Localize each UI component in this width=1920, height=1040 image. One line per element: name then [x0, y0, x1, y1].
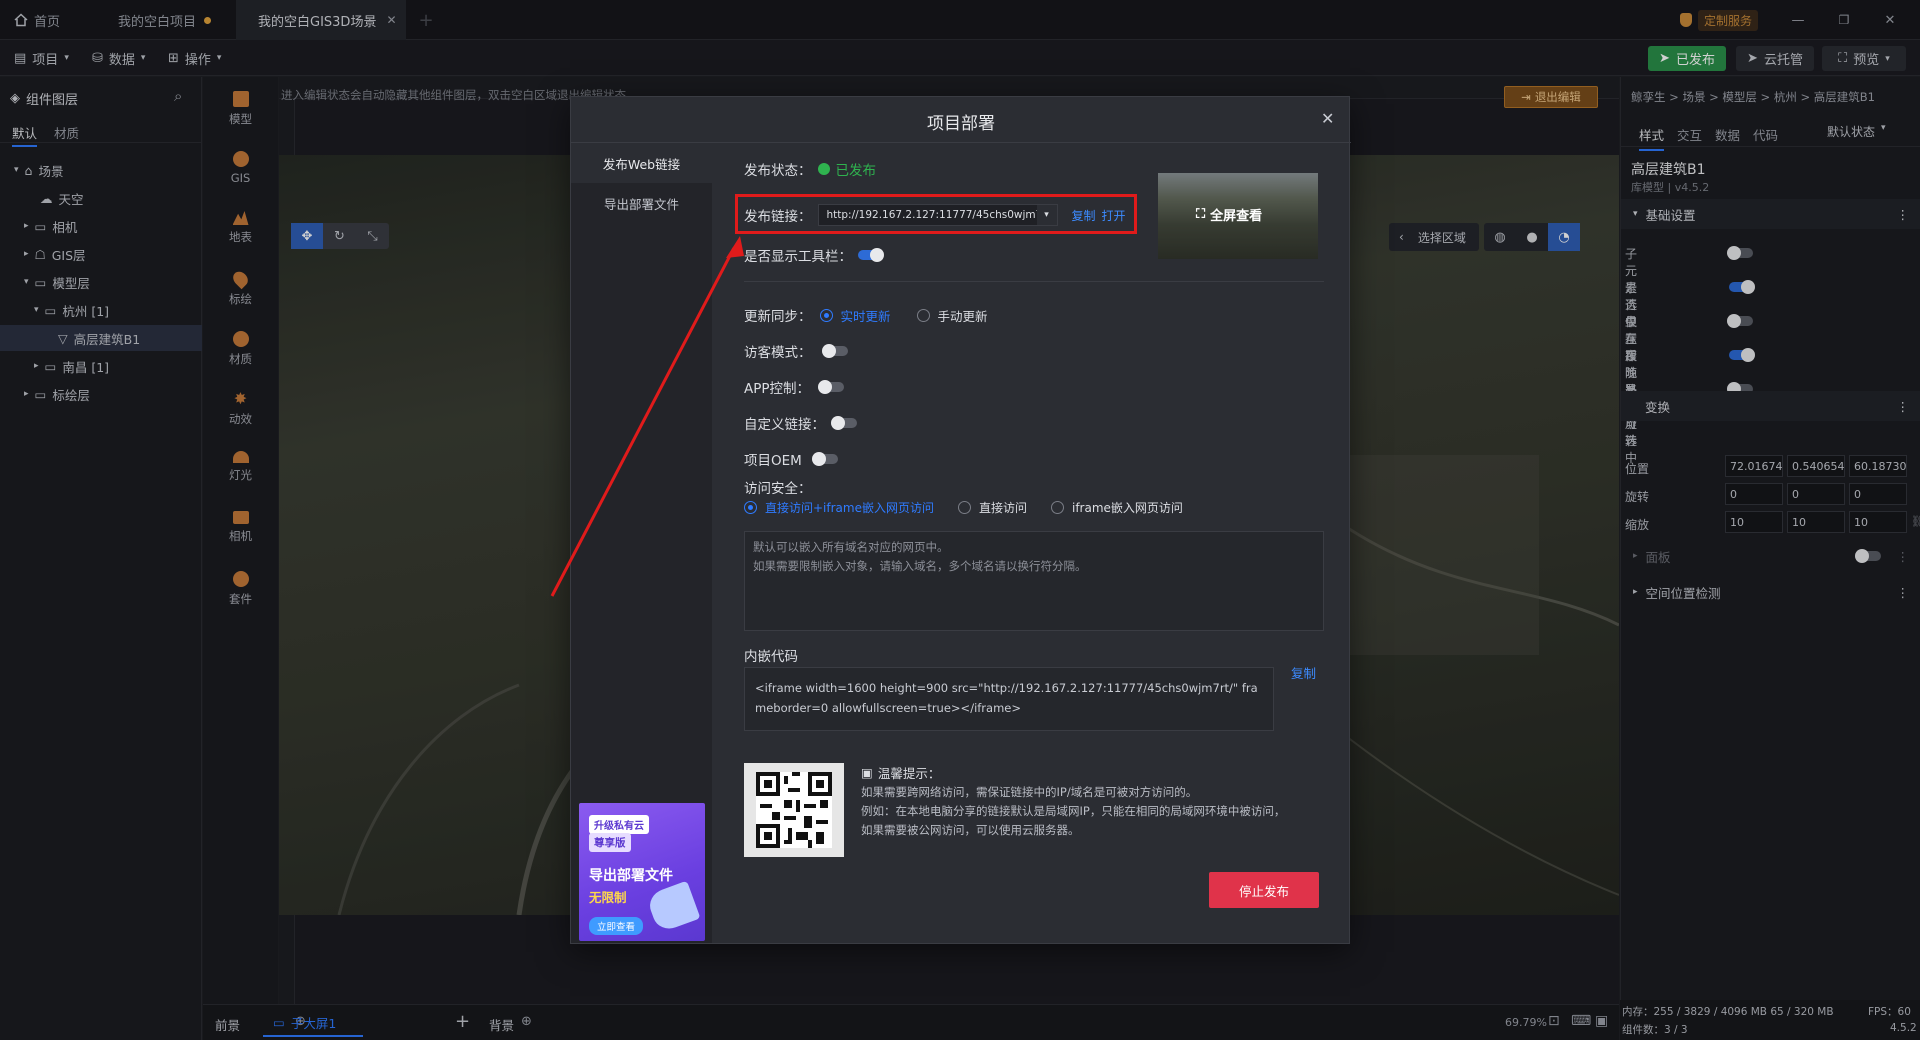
- tip-title: 温馨提示：: [877, 766, 941, 781]
- app-control-row: APP控制：: [744, 377, 845, 397]
- sync-realtime-label[interactable]: 实时更新: [841, 306, 891, 325]
- custom-link-label: 自定义链接：: [744, 417, 825, 433]
- security-iframe-label[interactable]: iframe嵌入网页访问: [1072, 499, 1183, 516]
- domain-whitelist-input[interactable]: 默认可以嵌入所有域名对应的网页中。 如果需要限制嵌入对象，请输入域名，多个域名请…: [744, 531, 1324, 631]
- preview-thumbnail[interactable]: ⛶ 全屏查看: [1158, 173, 1318, 259]
- security-both-label[interactable]: 直接访问+iframe嵌入网页访问: [765, 499, 934, 516]
- domain-placeholder-line-2: 如果需要限制嵌入对象，请输入域名，多个域名请以换行符分隔。: [753, 559, 1087, 573]
- embed-code: <iframe width=1600 height=900 src="http:…: [755, 681, 1258, 715]
- oem-toggle[interactable]: [811, 452, 838, 466]
- show-toolbar-label: 是否显示工具栏：: [744, 249, 852, 265]
- publish-status-value: 已发布: [835, 163, 877, 179]
- guest-mode-toggle[interactable]: [821, 344, 848, 358]
- tip-body: 如果需要跨网络访问，需保证链接中的IP/域名是可被对方访问的。 例如：在本地电脑…: [861, 783, 1285, 840]
- tip-line: 如果需要跨网络访问，需保证链接中的IP/域名是可被对方访问的。: [861, 785, 1198, 799]
- security-label: 访问安全：: [744, 481, 812, 497]
- publish-status-row: 发布状态： 已发布: [744, 159, 876, 179]
- security-both-radio[interactable]: [744, 501, 757, 514]
- side-publish-web[interactable]: 发布Web链接: [571, 143, 712, 183]
- fullscreen-icon: ⛶: [1196, 207, 1206, 222]
- fullscreen-button[interactable]: ⛶ 全屏查看: [1196, 205, 1262, 224]
- divider: [744, 281, 1324, 282]
- promo-tag: 升级私有云: [589, 815, 649, 834]
- oem-label: 项目OEM: [744, 453, 802, 469]
- security-row: 访问安全：: [744, 477, 812, 497]
- deploy-dialog: 项目部署 ✕ 发布Web链接 导出部署文件 升级私有云 尊享版 导出部署文件 无…: [570, 96, 1351, 944]
- qr-code: [744, 763, 844, 857]
- guest-mode-label: 访客模式：: [744, 345, 812, 361]
- promo-button[interactable]: 立即查看: [589, 917, 644, 935]
- tip-line: 如果需要被公网访问，可以使用云服务器。: [861, 823, 1080, 837]
- tip-icon: ▣: [861, 765, 873, 780]
- copy-link-button[interactable]: 复制: [1072, 207, 1096, 224]
- chevron-down-icon[interactable]: ▾: [1036, 205, 1057, 225]
- side-export-deploy[interactable]: 导出部署文件: [571, 183, 712, 223]
- tip-header: ▣ 温馨提示：: [861, 763, 940, 782]
- sync-manual-radio[interactable]: [916, 308, 930, 322]
- app-control-toggle[interactable]: [818, 380, 845, 394]
- promo-tag-2: 尊享版: [589, 833, 631, 852]
- open-link-button[interactable]: 打开: [1102, 207, 1126, 224]
- embed-code-box[interactable]: <iframe width=1600 height=900 src="http:…: [744, 667, 1274, 731]
- publish-link-value: http://192.167.2.127:11777/45chs0wjm7rt/: [826, 209, 1055, 221]
- security-iframe-radio[interactable]: [1051, 501, 1064, 514]
- status-dot-icon: [817, 163, 830, 175]
- guest-mode-row: 访客模式：: [744, 341, 848, 361]
- dialog-header: 项目部署 ✕: [571, 97, 1351, 143]
- dialog-sidebar: 发布Web链接 导出部署文件 升级私有云 尊享版 导出部署文件 无限制 立即查看: [571, 143, 712, 943]
- domain-placeholder-line-1: 默认可以嵌入所有域名对应的网页中。: [753, 540, 949, 554]
- copy-embed-button[interactable]: 复制: [1291, 663, 1316, 682]
- security-direct-label[interactable]: 直接访问: [979, 499, 1027, 516]
- sync-manual-label[interactable]: 手动更新: [938, 306, 988, 325]
- oem-row: 项目OEM: [744, 449, 838, 469]
- sync-realtime-radio[interactable]: [819, 308, 833, 322]
- promo-sub: 无限制: [589, 890, 627, 905]
- stop-publish-button[interactable]: 停止发布: [1209, 872, 1319, 908]
- custom-link-toggle[interactable]: [831, 416, 857, 430]
- app-control-label: APP控制：: [744, 381, 811, 397]
- dialog-title: 项目部署: [927, 114, 995, 134]
- publish-link-row: 发布链接： http://192.167.2.127:11777/45chs0w…: [744, 204, 1126, 226]
- promo-banner[interactable]: 升级私有云 尊享版 导出部署文件 无限制 立即查看: [579, 803, 705, 941]
- security-direct-radio[interactable]: [957, 501, 971, 514]
- sync-label: 更新同步：: [744, 309, 812, 325]
- tip-line: 例如：在本地电脑分享的链接默认是局域网IP，只能在相同的局域网环境中被访问，: [861, 804, 1286, 818]
- side-export-deploy-label: 导出部署文件: [603, 196, 679, 212]
- promo-main: 导出部署文件: [589, 868, 673, 884]
- megaphone-icon: [645, 880, 701, 934]
- publish-link-label: 发布链接：: [744, 209, 812, 225]
- fullscreen-label: 全屏查看: [1210, 209, 1263, 224]
- show-toolbar-toggle[interactable]: [858, 248, 884, 262]
- close-dialog-icon[interactable]: ✕: [1321, 109, 1334, 128]
- custom-link-row: 自定义链接：: [744, 413, 857, 433]
- sync-row: 更新同步： 实时更新 手动更新: [744, 305, 988, 325]
- side-publish-web-label: 发布Web链接: [602, 156, 681, 172]
- show-toolbar-row: 是否显示工具栏：: [744, 245, 884, 265]
- qr-code-icon: [756, 772, 832, 848]
- security-options: 直接访问+iframe嵌入网页访问 直接访问 iframe嵌入网页访问: [744, 499, 1183, 516]
- stop-publish-label: 停止发布: [1238, 883, 1289, 899]
- publish-status-label: 发布状态：: [744, 163, 812, 179]
- publish-link-select[interactable]: http://192.167.2.127:11777/45chs0wjm7rt/…: [817, 204, 1058, 226]
- embed-label: 内嵌代码: [744, 649, 798, 665]
